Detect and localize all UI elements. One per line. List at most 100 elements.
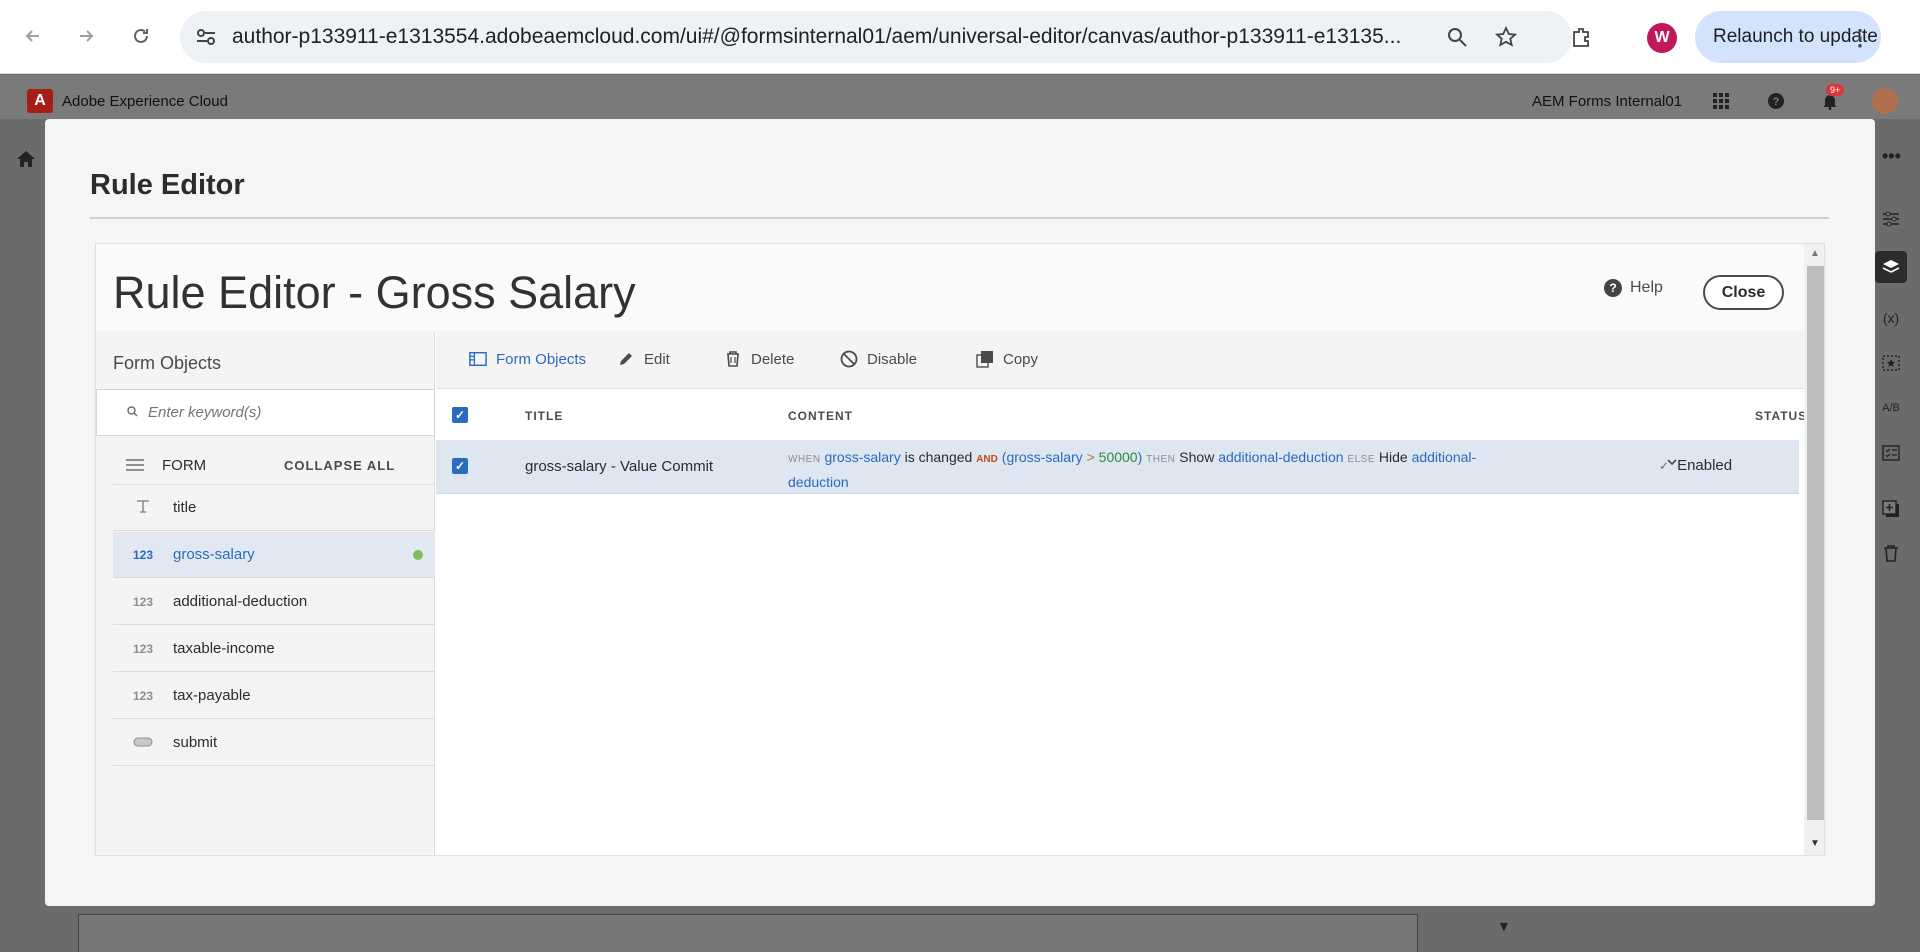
number-type-icon: 123 <box>132 641 154 656</box>
collapse-all-button[interactable]: COLLAPSE ALL <box>284 458 395 473</box>
profile-avatar[interactable]: W <box>1647 23 1677 53</box>
org-switcher[interactable]: AEM Forms Internal01 <box>1532 93 1682 110</box>
more-vert-icon[interactable]: ⋮ <box>1849 25 1871 51</box>
else-keyword: ELSE <box>1347 454 1375 465</box>
rule-operator: > <box>1086 449 1095 465</box>
personalization-icon <box>1878 350 1904 376</box>
site-settings-icon[interactable] <box>180 27 232 47</box>
checklist-icon <box>1878 440 1904 466</box>
rule-action: Show <box>1179 449 1215 465</box>
url-text[interactable]: author-p133911-e1313554.adobeaemcloud.co… <box>232 25 1412 49</box>
and-keyword: AND <box>976 454 998 465</box>
edit-label: Edit <box>644 350 670 368</box>
layers-icon <box>1875 251 1907 283</box>
variables-icon: (x) <box>1882 310 1900 326</box>
bookmark-star-icon[interactable] <box>1492 23 1520 51</box>
tree-item-gross-salary[interactable]: 123 gross-salary <box>113 532 435 578</box>
panel-title: Form Objects <box>113 353 222 373</box>
back-icon[interactable] <box>17 20 49 52</box>
apps-grid-icon[interactable] <box>1709 89 1733 113</box>
more-horizontal-icon: ••• <box>1882 146 1901 166</box>
rule-target: additional-deduction <box>1218 449 1344 465</box>
editor-header: Rule Editor - Gross Salary ? Help Close <box>96 244 1804 331</box>
scroll-down-icon[interactable]: ▼ <box>1810 838 1820 849</box>
disable-button[interactable]: Disable <box>840 350 917 368</box>
scrollbar[interactable]: ▲ ▼ <box>1804 244 1824 855</box>
search-field[interactable] <box>96 389 435 436</box>
aem-shell-bar: A Adobe Experience Cloud AEM Forms Inter… <box>0 75 1920 119</box>
reload-icon[interactable] <box>125 20 157 52</box>
when-keyword: WHEN <box>788 454 821 465</box>
tree-item-additional-deduction[interactable]: 123 additional-deduction <box>113 579 435 625</box>
rule-event: is changed <box>904 449 973 465</box>
select-all-checkbox[interactable]: ✓ <box>452 407 468 423</box>
help-link[interactable]: ? Help <box>1604 279 1663 297</box>
form-objects-label: Form Objects <box>496 350 587 368</box>
trash-icon <box>1878 540 1904 566</box>
status-cell: ✓ Enabled <box>1659 457 1732 474</box>
tree-item-label: taxable-income <box>173 640 275 657</box>
tree-item-label: gross-salary <box>173 546 255 563</box>
has-rule-indicator <box>413 549 423 560</box>
table-row[interactable]: ✓ gross-salary - Value Commit WHEN gross… <box>436 440 1799 494</box>
delete-button[interactable]: Delete <box>724 350 794 368</box>
address-bar[interactable]: author-p133911-e1313554.adobeaemcloud.co… <box>180 11 1572 63</box>
copy-button[interactable]: Copy <box>976 350 1038 368</box>
status-label: Enabled <box>1677 457 1733 474</box>
rule-target-continued: deduction <box>788 474 849 490</box>
row-checkbox[interactable]: ✓ <box>452 458 468 474</box>
tree-item-title[interactable]: title <box>113 485 435 531</box>
column-header-title[interactable]: TITLE <box>525 409 563 423</box>
rule-editor-dialog: Rule Editor Rule Editor - Gross Salary ?… <box>45 119 1875 906</box>
tree-menu-icon <box>126 459 144 471</box>
rules-toolbar: Form Objects Edit Delete Disable Copy <box>436 331 1804 389</box>
copy-icon <box>976 350 994 368</box>
scroll-up-icon[interactable]: ▲ <box>1810 248 1820 259</box>
search-input[interactable] <box>148 404 408 421</box>
trash-icon <box>724 350 742 368</box>
help-icon[interactable]: ? <box>1764 89 1788 113</box>
rule-title: gross-salary - Value Commit <box>525 458 714 475</box>
ab-test-icon: A/B <box>1882 402 1900 414</box>
extensions-icon[interactable] <box>1568 23 1596 51</box>
checkmark-icon: ✓ <box>1659 458 1670 473</box>
form-objects-toggle[interactable]: Form Objects <box>469 350 586 368</box>
then-keyword: THEN <box>1146 454 1176 465</box>
column-header-status[interactable]: STATUS <box>1755 409 1807 423</box>
divider <box>90 217 1829 219</box>
block-icon <box>840 350 858 368</box>
scrollbar-thumb[interactable] <box>1807 266 1824 820</box>
relaunch-button[interactable]: Relaunch to update ⋮ <box>1695 11 1881 63</box>
column-header-content[interactable]: CONTENT <box>788 409 853 423</box>
tree-item-submit[interactable]: submit <box>113 720 435 766</box>
zoom-icon[interactable] <box>1443 23 1471 51</box>
svg-text:?: ? <box>1773 96 1780 108</box>
tree-root-label: FORM <box>162 456 207 474</box>
rule-action: Hide <box>1378 449 1408 465</box>
pencil-icon <box>617 350 635 368</box>
copy-label: Copy <box>1003 350 1039 368</box>
tree-item-tax-payable[interactable]: 123 tax-payable <box>113 673 435 719</box>
tree-item-label: title <box>173 499 197 516</box>
edit-button[interactable]: Edit <box>617 350 670 368</box>
forward-icon[interactable] <box>70 20 102 52</box>
rule-editor-frame: Rule Editor - Gross Salary ? Help Close … <box>95 243 1825 856</box>
tree-root[interactable]: FORM COLLAPSE ALL <box>113 446 435 485</box>
number-type-icon: 123 <box>132 594 154 609</box>
button-type-icon <box>113 736 173 750</box>
home-icon <box>16 150 36 173</box>
number-type-icon: 123 <box>132 688 154 703</box>
close-button[interactable]: Close <box>1703 275 1784 310</box>
dialog-title: Rule Editor <box>90 169 245 201</box>
background-input-field <box>78 914 1418 952</box>
form-objects-panel: Form Objects FORM COLLAPSE ALL title 123 <box>96 331 435 855</box>
search-icon <box>127 405 138 420</box>
rule-variable: gross-salary <box>1006 449 1083 465</box>
user-avatar[interactable] <box>1872 88 1898 114</box>
number-type-icon: 123 <box>132 547 154 562</box>
text-type-icon <box>113 498 173 517</box>
browser-toolbar: author-p133911-e1313554.adobeaemcloud.co… <box>0 0 1920 74</box>
tree-item-taxable-income[interactable]: 123 taxable-income <box>113 626 435 672</box>
properties-icon <box>1878 206 1904 232</box>
rule-value: 50000 <box>1098 449 1138 465</box>
